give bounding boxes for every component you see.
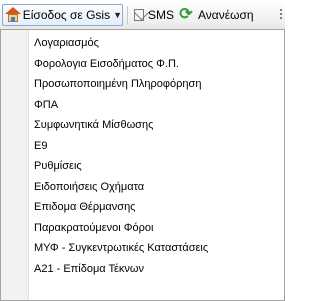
menu-item-label: Επιδομα Θέρμανσης: [34, 201, 136, 213]
refresh-label: Ανανέωση: [198, 8, 254, 22]
menu-item-label: Ειδοποιήσεις Οχήματα: [34, 180, 145, 193]
sms-button[interactable]: SMS: [131, 4, 174, 26]
toolbar: Είσοδος σε Gsis ▼ SMS ⟳ Ανανέωση: [0, 0, 285, 30]
envelope-icon: [133, 4, 150, 21]
toolbar-separator: [127, 6, 128, 24]
menu-item-label: Συμφωνητικά Μίσθωσης: [34, 119, 154, 131]
menu-item-label: Λογαριασμός: [34, 37, 99, 49]
menu-item-label: Ρυθμίσεις: [34, 160, 82, 172]
refresh-button[interactable]: ⟳ Ανανέωση: [175, 4, 260, 26]
menu-item-eidopoiiseis-ochimata[interactable]: Ειδοποιήσεις Οχήματα: [1, 177, 284, 198]
menu-item-rythmiseis[interactable]: Ρυθμίσεις: [1, 156, 284, 177]
toolbar-grip-icon[interactable]: [280, 9, 282, 21]
gsis-login-dropdown-button[interactable]: Είσοδος σε Gsis ▼: [2, 4, 123, 26]
menu-item-prosopopoiimeni-pliroforisi[interactable]: Προσωποποιημένη Πληροφόρηση: [1, 74, 284, 95]
menu-item-label: Α21 - Επίδομα Τέκνων: [34, 262, 145, 275]
menu-item-fpa[interactable]: ΦΠΑ: [1, 95, 284, 116]
menu-item-label: ΜΥΦ - Συγκεντρωτικές Καταστάσεις: [34, 242, 209, 254]
menu-item-logariasmos[interactable]: Λογαριασμός: [1, 33, 284, 54]
sms-label: SMS: [147, 8, 174, 22]
menu-item-forologia-eisodimatos[interactable]: Φορολογια Εισοδήματος Φ.Π.: [1, 54, 284, 75]
menu-item-label: Ε9: [34, 139, 48, 152]
refresh-icon: ⟳: [179, 6, 193, 23]
menu-item-label: ΦΠΑ: [34, 98, 59, 111]
house-icon: [5, 7, 21, 23]
chevron-down-icon: ▼: [113, 10, 122, 20]
menu-item-e9[interactable]: Ε9: [1, 136, 284, 157]
menu-item-parakratoumenoi-foroi[interactable]: Παρακρατούμενοι Φόροι: [1, 218, 284, 239]
menu-item-symfonitika-misthosis[interactable]: Συμφωνητικά Μίσθωσης: [1, 115, 284, 136]
gsis-dropdown-menu: Λογαριασμός Φορολογια Εισοδήματος Φ.Π. Π…: [0, 29, 285, 301]
menu-item-label: Παρακρατούμενοι Φόροι: [34, 221, 154, 234]
menu-item-label: Προσωποποιημένη Πληροφόρηση: [34, 78, 202, 90]
menu-item-label: Φορολογια Εισοδήματος Φ.Π.: [34, 57, 179, 70]
gsis-login-label: Είσοδος σε Gsis: [22, 8, 111, 22]
menu-item-epidoma-thermansis[interactable]: Επιδομα Θέρμανσης: [1, 197, 284, 218]
menu-item-myf[interactable]: ΜΥΦ - Συγκεντρωτικές Καταστάσεις: [1, 238, 284, 259]
menu-item-a21-epidoma-teknon[interactable]: Α21 - Επίδομα Τέκνων: [1, 259, 284, 280]
